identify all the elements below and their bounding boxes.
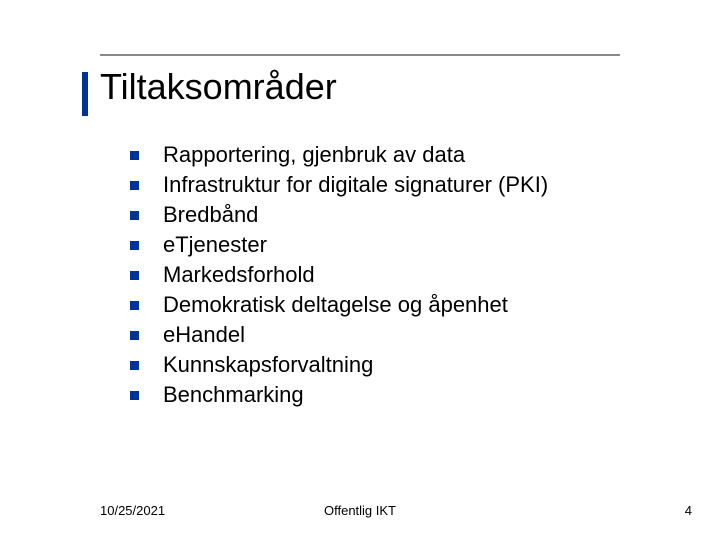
square-bullet-icon — [130, 151, 139, 160]
list-item: Benchmarking — [130, 380, 670, 410]
list-item-label: Kunnskapsforvaltning — [163, 350, 373, 380]
list-item-label: eTjenester — [163, 230, 267, 260]
square-bullet-icon — [130, 361, 139, 370]
list-item-label: Rapportering, gjenbruk av data — [163, 140, 465, 170]
square-bullet-icon — [130, 271, 139, 280]
square-bullet-icon — [130, 331, 139, 340]
list-item: Bredbånd — [130, 200, 670, 230]
title-rule — [100, 54, 620, 56]
square-bullet-icon — [130, 391, 139, 400]
list-item-label: Benchmarking — [163, 380, 304, 410]
slide-footer: 10/25/2021 Offentlig IKT 4 — [0, 498, 720, 518]
list-item-label: eHandel — [163, 320, 245, 350]
list-item: eTjenester — [130, 230, 670, 260]
square-bullet-icon — [130, 211, 139, 220]
footer-page-number: 4 — [685, 503, 692, 518]
list-item-label: Bredbånd — [163, 200, 258, 230]
title-accent-bar — [82, 72, 88, 116]
square-bullet-icon — [130, 181, 139, 190]
list-item: Demokratisk deltagelse og åpenhet — [130, 290, 670, 320]
list-item: Rapportering, gjenbruk av data — [130, 140, 670, 170]
list-item-label: Infrastruktur for digitale signaturer (P… — [163, 170, 548, 200]
footer-center-text: Offentlig IKT — [0, 503, 720, 518]
slide: Tiltaksområder Rapportering, gjenbruk av… — [0, 0, 720, 540]
list-item: eHandel — [130, 320, 670, 350]
slide-title: Tiltaksområder — [100, 66, 337, 108]
list-item-label: Markedsforhold — [163, 260, 315, 290]
square-bullet-icon — [130, 301, 139, 310]
list-item: Infrastruktur for digitale signaturer (P… — [130, 170, 670, 200]
list-item-label: Demokratisk deltagelse og åpenhet — [163, 290, 508, 320]
list-item: Kunnskapsforvaltning — [130, 350, 670, 380]
list-item: Markedsforhold — [130, 260, 670, 290]
bullet-list: Rapportering, gjenbruk av data Infrastru… — [130, 140, 670, 410]
square-bullet-icon — [130, 241, 139, 250]
